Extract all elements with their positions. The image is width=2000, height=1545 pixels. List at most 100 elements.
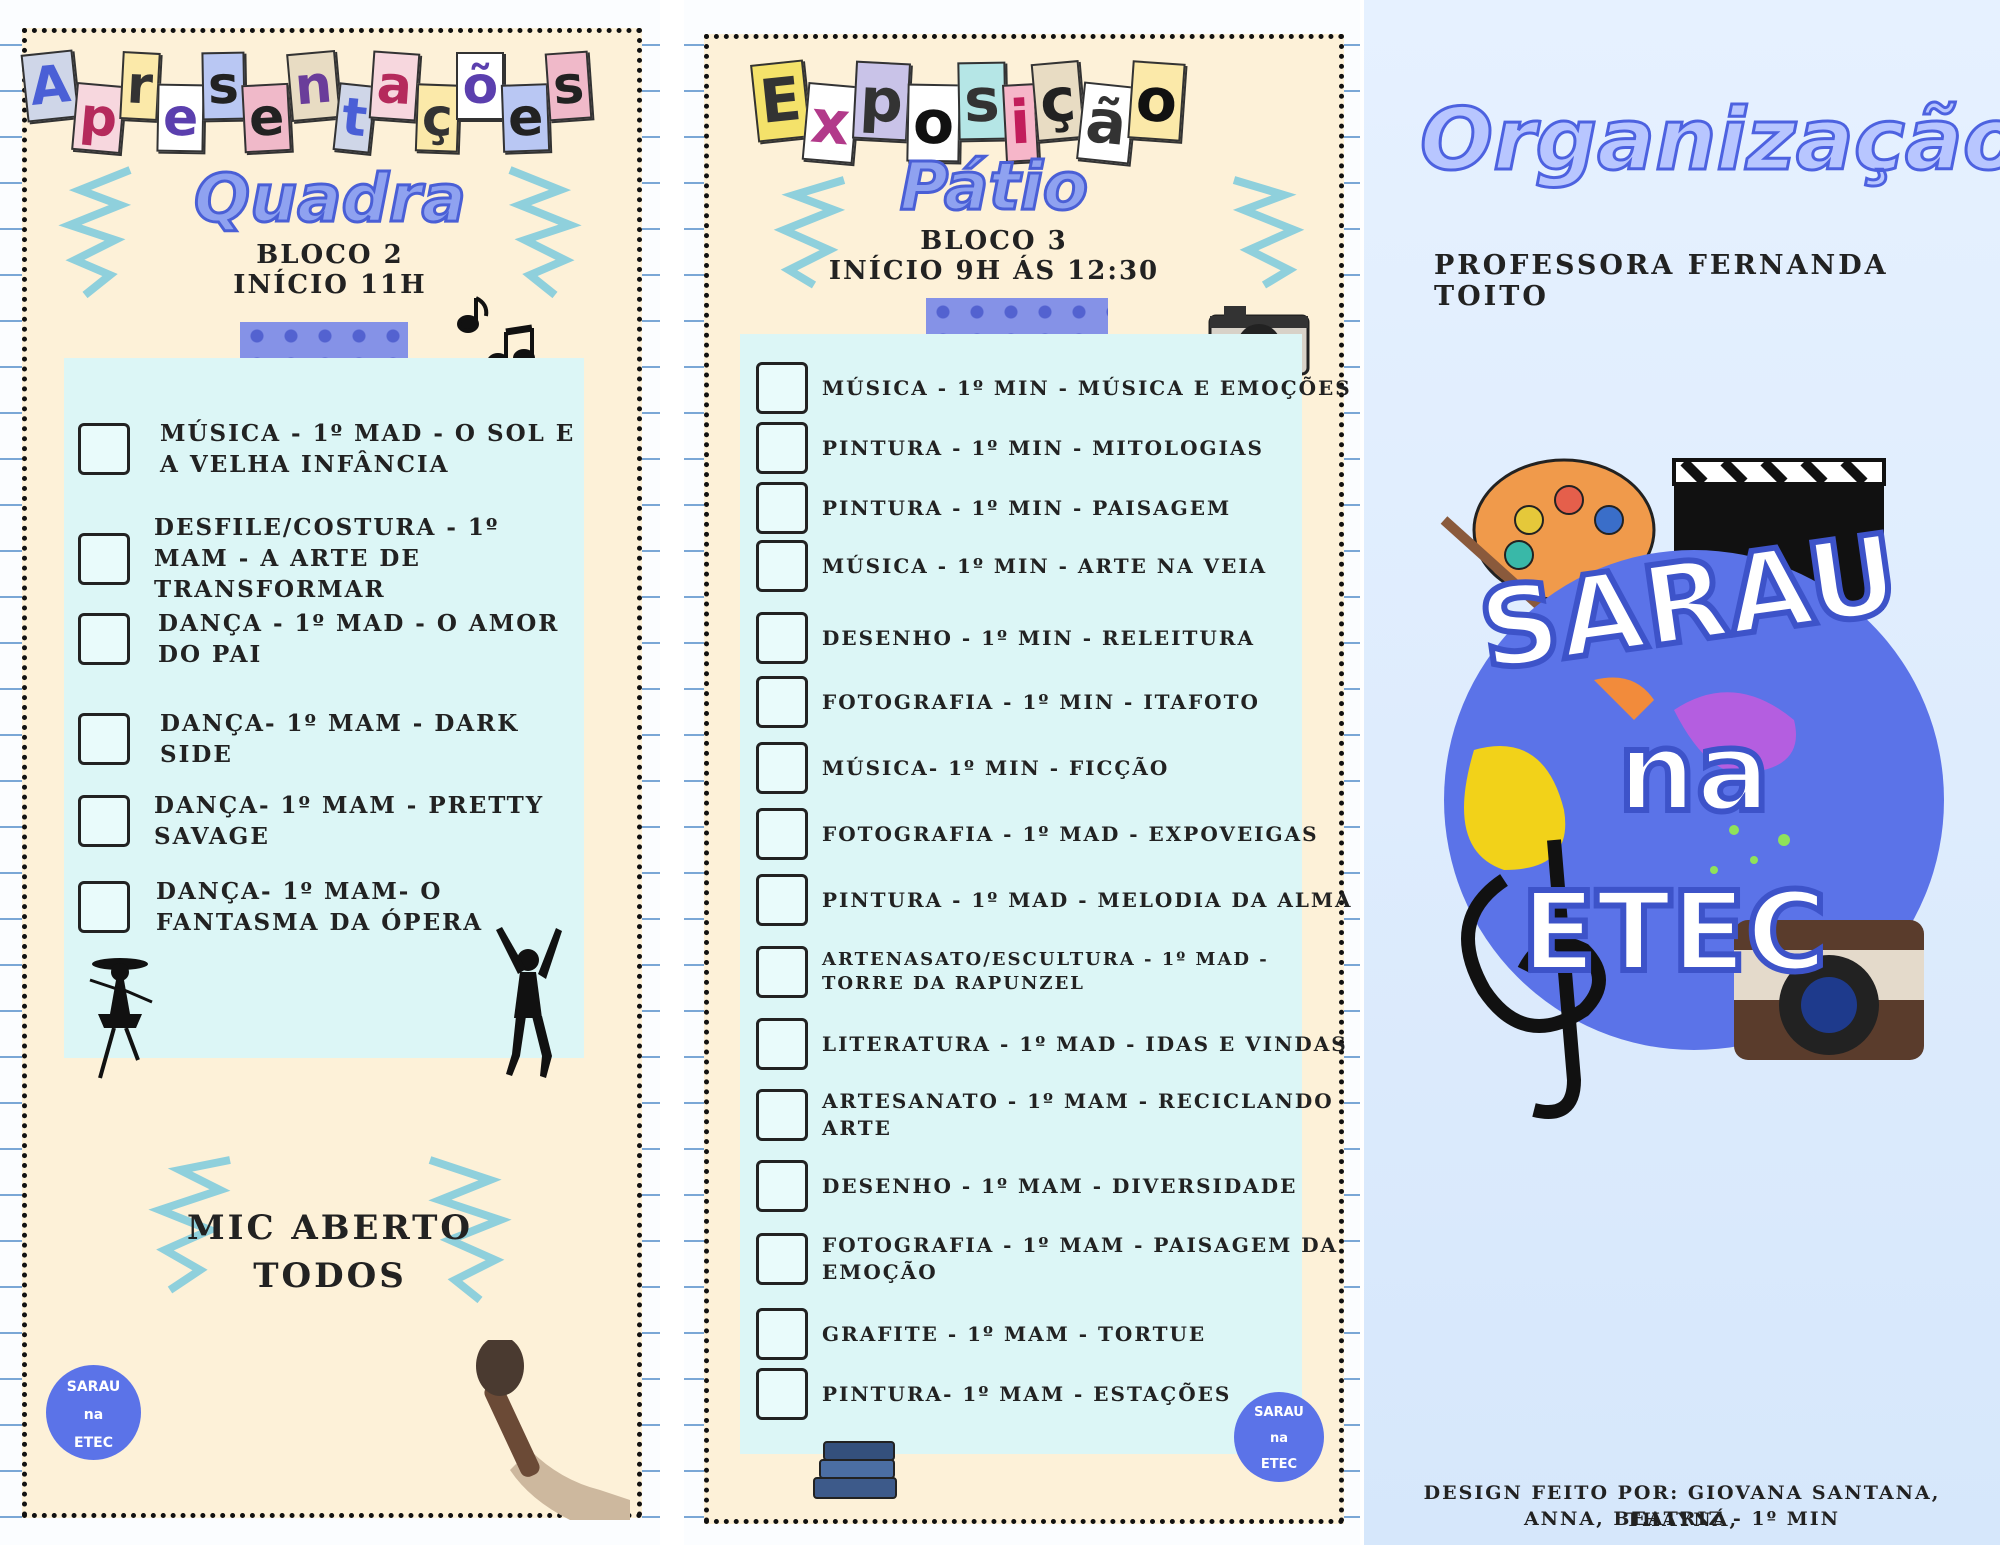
checklist-item-label: DANÇA - 1º MAD - O AMOR DO PAI (158, 610, 560, 669)
books-icon (813, 1441, 897, 1499)
zigzag-decoration (58, 166, 132, 299)
banner-letter-tile: p (851, 60, 911, 142)
banner-letter-tile: p (71, 81, 127, 155)
organizacao-title: Organização: (1418, 89, 2000, 192)
checkbox[interactable] (756, 946, 808, 998)
sarau-logo-icon: SARAU na ETEC (46, 1365, 141, 1460)
bloco-2-label: BLOCO 2 (256, 240, 404, 270)
banner-letter-tile: o (1127, 60, 1187, 142)
banner-letter-tile: A (20, 49, 80, 123)
checklist-item: DESENHO - 1º MAM - DIVERSIDADE (756, 1160, 1356, 1212)
checklist-item: MÚSICA- 1º MIN - FICÇÃO (756, 742, 1356, 794)
checklist-item-label: DESFILE/COSTURA - 1º MAM - A ARTE DE TRA… (154, 514, 500, 604)
panel-gap (660, 0, 684, 1545)
banner-letter-tile: s (201, 51, 246, 121)
checklist-item: DANÇA- 1º MAM- O FANTASMA DA ÓPERA (78, 876, 578, 938)
banner-letter-tile: e (241, 82, 293, 154)
checklist-item: GRAFITE - 1º MAM - TORTUE (756, 1308, 1356, 1360)
checklist-item-label: DANÇA- 1º MAM - DARK SIDE (160, 710, 520, 769)
banner-letter-tile: E (750, 59, 811, 143)
inicio-11h-label: INÍCIO 11H (233, 270, 427, 300)
zigzag-decoration (1232, 176, 1305, 289)
checkbox[interactable] (756, 422, 808, 474)
checklist-item-label: DANÇA- 1º MAM- O FANTASMA DA ÓPERA (156, 878, 484, 937)
checkbox[interactable] (78, 423, 130, 476)
banner-letter-tile: e (156, 83, 206, 153)
checkbox[interactable] (78, 795, 130, 848)
dancer-icon (496, 927, 562, 1078)
checkbox[interactable] (756, 612, 808, 664)
quadra-subtitle: Quadra (193, 159, 468, 239)
sarau-na-etec-logo: SARAU na ETEC (1440, 458, 1944, 1119)
checklist-item-label: ARTENASATO/ESCULTURA - 1º MAD - TORRE DA… (822, 948, 1269, 994)
checklist-item: LITERATURA - 1º MAD - IDAS E VINDAS (756, 1018, 1356, 1070)
checklist-item-label: DESENHO - 1º MIN - RELEITURA (822, 625, 1255, 650)
checkbox[interactable] (756, 1233, 808, 1285)
apresentacoes-panel: Apresentações Quadra BLOCO 2 INÍCIO 11H … (0, 0, 660, 1545)
checklist-item: DANÇA - 1º MAD - O AMOR DO PAI (78, 608, 578, 670)
banner-letter-tile: n (285, 49, 341, 123)
organizacao-panel: Organização: PROFESSORA FERNANDA TOITO S… (1364, 0, 2000, 1545)
checkbox[interactable] (756, 362, 808, 414)
zigzag-decoration (508, 166, 582, 299)
checklist-item-label: MÚSICA- 1º MIN - FICÇÃO (822, 755, 1170, 780)
banner-letter-tile: ç (414, 83, 460, 153)
design-credit-line2: ANNA, BEATRIZ - 1º MIN (1523, 1508, 1841, 1530)
microphone-icon (476, 1340, 630, 1520)
checklist-item-label: MÚSICA - 1º MIN - ARTE NA VEIA (822, 553, 1268, 578)
logo-na-text: na (1618, 708, 1771, 836)
checklist-item: PINTURA - 1º MIN - MITOLOGIAS (756, 422, 1356, 474)
checklist-item: MÚSICA - 1º MIN - MÚSICA E EMOÇÕES (756, 362, 1356, 414)
banner-letter-tile: e (501, 83, 551, 153)
checkbox[interactable] (756, 482, 808, 534)
checklist-item: FOTOGRAFIA - 1º MAM - PAISAGEM DA EMOÇÃO (756, 1232, 1356, 1286)
checkbox[interactable] (756, 1089, 808, 1141)
apresentacoes-banner: Apresentações (20, 49, 634, 155)
checklist-item: DANÇA- 1º MAM - PRETTY SAVAGE (78, 790, 578, 852)
checkbox[interactable] (756, 874, 808, 926)
checklist-item: MÚSICA - 1º MIN - ARTE NA VEIA (756, 540, 1356, 592)
checklist-item-label: MÚSICA - 1º MAD - O SOL E A VELHA INFÂNC… (160, 420, 576, 479)
banner-letter-tile: a (368, 50, 420, 122)
checkbox[interactable] (756, 808, 808, 860)
checklist-item-label: DANÇA- 1º MAM - PRETTY SAVAGE (154, 792, 545, 851)
checklist-item: FOTOGRAFIA - 1º MAD - EXPOVEIGAS (756, 808, 1356, 860)
checkbox[interactable] (756, 1018, 808, 1070)
checklist-item-label: FOTOGRAFIA - 1º MAM - PAISAGEM DA EMOÇÃO (822, 1233, 1339, 1284)
checklist-item-label: MÚSICA - 1º MIN - MÚSICA E EMOÇÕES (822, 375, 1352, 400)
exposicao-banner: Exposição (750, 59, 1354, 165)
bloco-3-label: BLOCO 3 (920, 226, 1068, 256)
checkbox[interactable] (756, 1160, 808, 1212)
checklist-item: DESENHO - 1º MIN - RELEITURA (756, 612, 1356, 664)
mic-aberto-label: MIC ABERTO (186, 1208, 474, 1248)
organizer-name: PROFESSORA FERNANDA TOITO (1434, 250, 1889, 312)
banner-letter-tile: s (957, 61, 1007, 141)
checkbox[interactable] (756, 1368, 808, 1420)
checkbox[interactable] (756, 676, 808, 728)
checklist-item-label: FOTOGRAFIA - 1º MAD - EXPOVEIGAS (822, 821, 1319, 846)
checklist-item: DANÇA- 1º MAM - DARK SIDE (78, 708, 578, 770)
checklist-item-label: LITERATURA - 1º MAD - IDAS E VINDAS (822, 1031, 1348, 1056)
checklist-item-label: FOTOGRAFIA - 1º MIN - ITAFOTO (822, 689, 1260, 714)
checklist-item: ARTENASATO/ESCULTURA - 1º MAD - TORRE DA… (756, 946, 1356, 998)
exposicao-panel: Exposição Pátio BLOCO 3 INÍCIO 9H ÁS 12:… (684, 0, 1360, 1545)
logo-etec-text: ETEC (1521, 868, 1827, 996)
todos-label: TODOS (253, 1256, 407, 1296)
checklist-item-label: ARTESANATO - 1º MAM - RECICLANDO ARTE (822, 1089, 1334, 1140)
zigzag-decoration (773, 176, 846, 289)
checklist-item-label: PINTURA- 1º MAM - ESTAÇÕES (822, 1381, 1232, 1406)
checkbox[interactable] (78, 881, 130, 934)
checkbox[interactable] (78, 532, 130, 585)
checklist-item-label: PINTURA - 1º MIN - PAISAGEM (822, 495, 1232, 520)
checkbox[interactable] (78, 713, 130, 766)
checklist-item-label: PINTURA - 1º MIN - MITOLOGIAS (822, 435, 1264, 460)
checkbox[interactable] (756, 540, 808, 592)
checkbox[interactable] (78, 613, 130, 666)
checklist-item: PINTURA- 1º MAM - ESTAÇÕES (756, 1368, 1356, 1420)
checklist-item: PINTURA - 1º MIN - PAISAGEM (756, 482, 1356, 534)
banner-letter-tile: ç (1030, 60, 1086, 142)
checklist-item: ARTESANATO - 1º MAM - RECICLANDO ARTE (756, 1088, 1356, 1142)
checkbox[interactable] (756, 1308, 808, 1360)
inicio-9h-label: INÍCIO 9H ÁS 12:30 (828, 256, 1160, 286)
checkbox[interactable] (756, 742, 808, 794)
